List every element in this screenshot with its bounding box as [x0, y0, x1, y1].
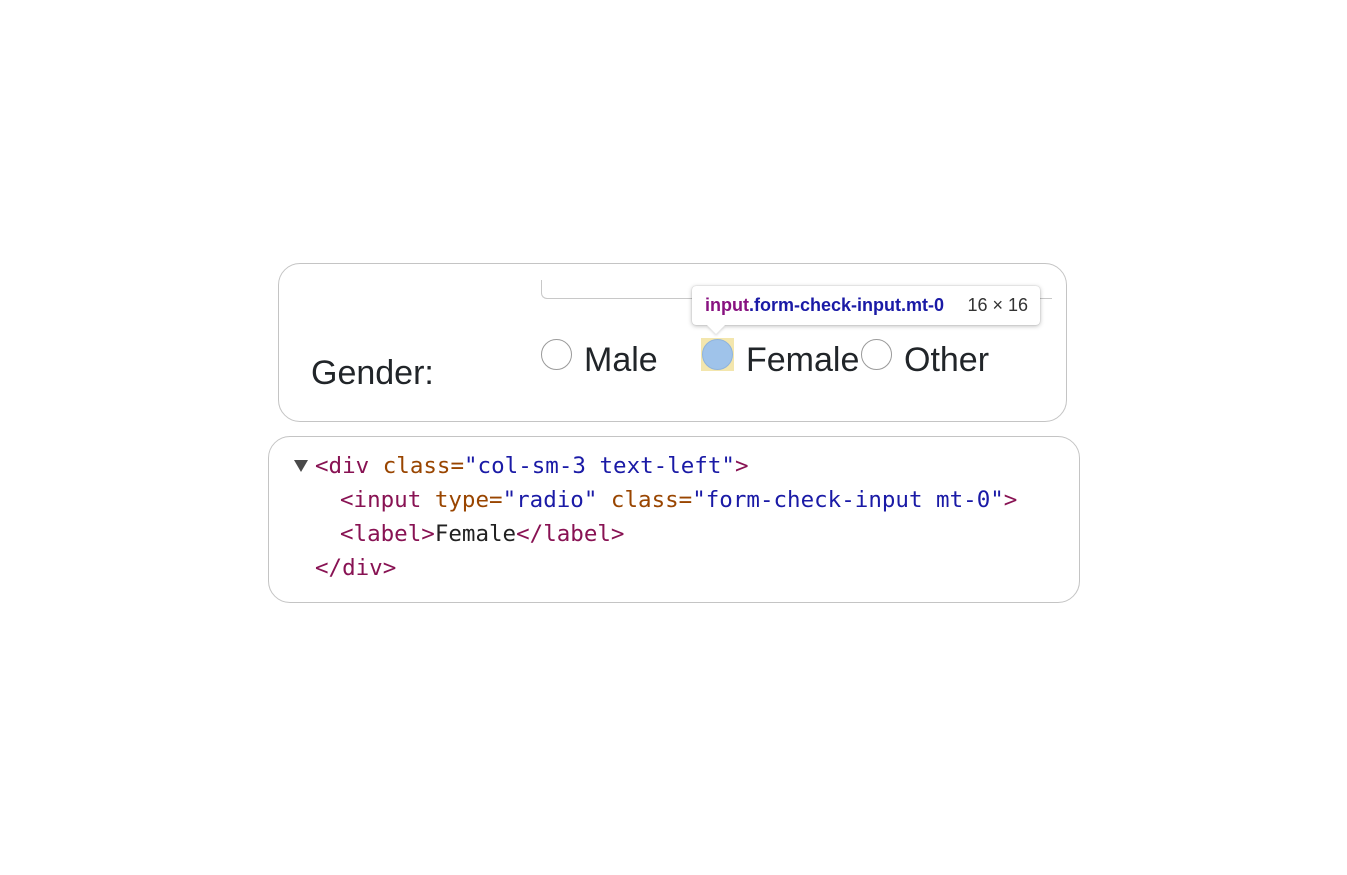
gender-label: Gender:: [311, 354, 434, 392]
code-text-node: Female: [434, 521, 517, 547]
female-label[interactable]: Female: [746, 340, 859, 380]
code-tag: <label>: [340, 521, 435, 547]
inspected-element-highlight: [702, 339, 733, 370]
other-radio-button[interactable]: [861, 339, 892, 370]
inspect-tooltip: input.form-check-input.mt-0 16 × 16: [692, 286, 1040, 325]
female-radio-button[interactable]: [701, 338, 734, 371]
code-attr-value: "radio": [502, 487, 598, 513]
code-line-label[interactable]: <label>Female</label>: [340, 519, 624, 549]
code-attr-name: class=: [597, 487, 693, 513]
tooltip-class-name: .form-check-input.mt-0: [748, 295, 944, 315]
tooltip-tag-name: input: [705, 295, 749, 315]
radio-option-other[interactable]: Other: [861, 338, 989, 380]
code-tag-close: </div>: [315, 555, 397, 581]
code-attr-value: "form-check-input mt-0": [692, 487, 1004, 513]
code-tag-close: </label>: [516, 521, 625, 547]
code-attr-value: "col-sm-3 text-left": [464, 453, 735, 479]
male-label[interactable]: Male: [584, 340, 658, 380]
html-source-card: <div class="col-sm-3 text-left"> <input …: [268, 436, 1080, 603]
code-line-div-close[interactable]: </div>: [315, 553, 396, 583]
code-tag: <input: [340, 487, 435, 513]
radio-option-female[interactable]: Female: [701, 338, 859, 380]
code-line-div-open[interactable]: <div class="col-sm-3 text-left">: [315, 451, 749, 481]
other-label[interactable]: Other: [904, 340, 989, 380]
code-tag-close: >: [1003, 487, 1018, 513]
code-tag: <div: [315, 453, 383, 479]
tooltip-selector: input.form-check-input.mt-0: [705, 295, 944, 316]
radio-option-male[interactable]: Male: [541, 338, 658, 380]
code-tag-close: >: [734, 453, 749, 479]
tooltip-dimensions: 16 × 16: [967, 295, 1028, 315]
expand-triangle-icon[interactable]: [294, 460, 308, 472]
code-line-input[interactable]: <input type="radio" class="form-check-in…: [340, 485, 1017, 515]
code-attr-name: class=: [382, 453, 465, 479]
male-radio-button[interactable]: [541, 339, 572, 370]
code-attr-name: type=: [434, 487, 503, 513]
